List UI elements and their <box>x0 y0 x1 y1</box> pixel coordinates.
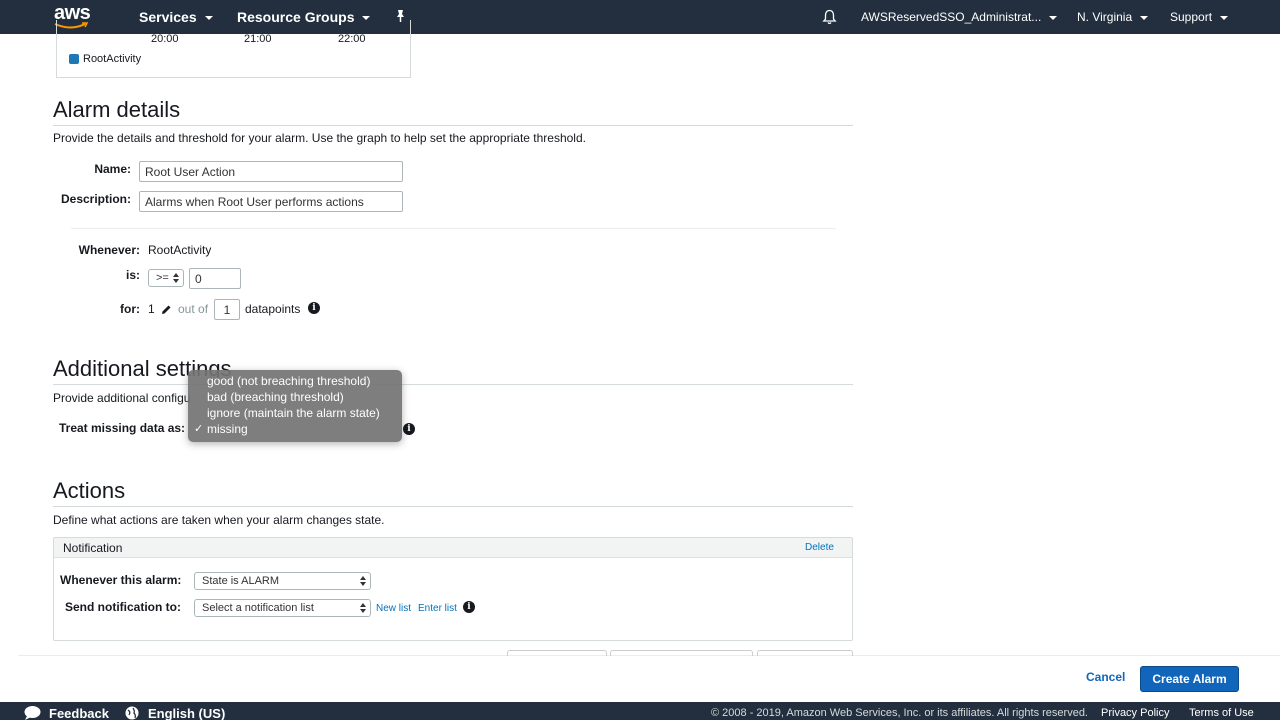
send-to-label: Send notification to: <box>65 600 181 614</box>
notification-list-placeholder: Select a notification list <box>202 602 314 614</box>
description-label: Description: <box>60 192 131 206</box>
globe-icon <box>125 706 139 720</box>
notification-header: Notification Delete <box>54 538 852 558</box>
option-label: bad (breaching threshold) <box>207 390 344 404</box>
enter-list-link[interactable]: Enter list <box>418 603 457 614</box>
metric-name: RootActivity <box>148 243 212 257</box>
x-axis-tick: 21:00 <box>244 33 272 45</box>
checkmark-icon: ✓ <box>194 423 204 435</box>
chevron-down-icon <box>1220 15 1229 20</box>
dropdown-option-ignore[interactable]: ignore (maintain the alarm state) <box>188 406 402 422</box>
threshold-input[interactable] <box>189 268 241 289</box>
divider <box>53 506 853 507</box>
additional-settings-description: Provide additional configu <box>53 391 191 405</box>
for-value: 1 <box>148 302 155 316</box>
option-label: missing <box>207 422 248 436</box>
support-menu[interactable]: Support <box>1170 10 1229 24</box>
alarm-details-title: Alarm details <box>53 97 181 122</box>
legend-label: RootActivity <box>83 53 142 65</box>
chevron-down-icon <box>1140 15 1149 20</box>
legend-swatch <box>69 54 79 64</box>
metric-graph-panel: 20:00 21:00 22:00 RootActivity <box>56 20 411 78</box>
x-axis-tick: 20:00 <box>151 33 179 45</box>
info-icon[interactable]: i <box>403 423 415 435</box>
alarm-details-description: Provide the details and threshold for yo… <box>53 131 586 145</box>
alarm-state-value: State is ALARM <box>202 575 280 587</box>
option-label: ignore (maintain the alarm state) <box>207 406 380 420</box>
alarm-name-input[interactable] <box>139 161 403 182</box>
info-icon[interactable]: i <box>463 601 475 613</box>
footer-bar: Feedback English (US) © 2008 - 2019, Ama… <box>0 702 1280 720</box>
treat-missing-data-dropdown[interactable]: good (not breaching threshold) bad (brea… <box>188 370 402 442</box>
divider <box>53 125 853 126</box>
out-of-label: out of <box>178 302 209 316</box>
divider <box>71 228 836 229</box>
actions-title: Actions <box>53 478 126 503</box>
name-label: Name: <box>94 162 131 176</box>
whenever-label: Whenever: <box>78 243 140 257</box>
cancel-button[interactable]: Cancel <box>1086 670 1125 684</box>
region-label: N. Virginia <box>1077 10 1133 24</box>
partial-button[interactable] <box>610 650 753 656</box>
for-label: for: <box>120 302 140 316</box>
chevron-down-icon <box>1049 15 1058 20</box>
datapoints-input[interactable] <box>214 299 240 320</box>
terms-of-use-link[interactable]: Terms of Use <box>1189 707 1254 719</box>
region-menu[interactable]: N. Virginia <box>1077 10 1149 24</box>
delete-link[interactable]: Delete <box>805 542 834 553</box>
partial-button[interactable] <box>757 650 853 656</box>
notification-list-select[interactable]: Select a notification list <box>194 599 371 617</box>
alarm-state-select[interactable]: State is ALARM <box>194 572 371 590</box>
actions-description: Define what actions are taken when your … <box>53 513 385 527</box>
datapoints-label: datapoints <box>245 302 301 316</box>
bell-icon[interactable] <box>822 9 837 25</box>
dropdown-option-good[interactable]: good (not breaching threshold) <box>188 374 402 390</box>
dropdown-option-bad[interactable]: bad (breaching threshold) <box>188 390 402 406</box>
option-label: good (not breaching threshold) <box>207 374 371 388</box>
dropdown-option-missing[interactable]: ✓ missing <box>188 422 402 438</box>
operator-select[interactable]: >= <box>148 269 184 287</box>
copyright-text: © 2008 - 2019, Amazon Web Services, Inc.… <box>711 707 1088 719</box>
updown-arrows-icon <box>360 602 366 614</box>
notification-panel: Notification Delete Whenever this alarm:… <box>53 537 853 641</box>
account-menu[interactable]: AWSReservedSSO_Administrat... <box>861 10 1058 24</box>
speech-bubble-icon <box>24 706 41 720</box>
feedback-link[interactable]: Feedback <box>49 706 109 720</box>
x-axis-tick: 22:00 <box>338 33 366 45</box>
notification-title: Notification <box>63 541 123 555</box>
pencil-icon[interactable] <box>161 304 172 315</box>
new-list-link[interactable]: New list <box>376 603 411 614</box>
language-selector[interactable]: English (US) <box>148 706 225 720</box>
whenever-alarm-label: Whenever this alarm: <box>60 573 182 587</box>
updown-arrows-icon <box>360 575 366 587</box>
create-alarm-button[interactable]: Create Alarm <box>1140 666 1239 692</box>
treat-missing-label: Treat missing data as: <box>59 421 186 435</box>
is-label: is: <box>125 268 140 282</box>
support-label: Support <box>1170 10 1213 24</box>
alarm-description-input[interactable] <box>139 191 403 212</box>
updown-arrows-icon <box>173 272 179 284</box>
account-label: AWSReservedSSO_Administrat... <box>861 10 1042 24</box>
divider <box>53 384 853 385</box>
partial-button[interactable] <box>507 650 607 656</box>
privacy-policy-link[interactable]: Privacy Policy <box>1101 707 1169 719</box>
operator-value: >= <box>156 272 169 284</box>
info-icon[interactable]: i <box>308 302 320 314</box>
